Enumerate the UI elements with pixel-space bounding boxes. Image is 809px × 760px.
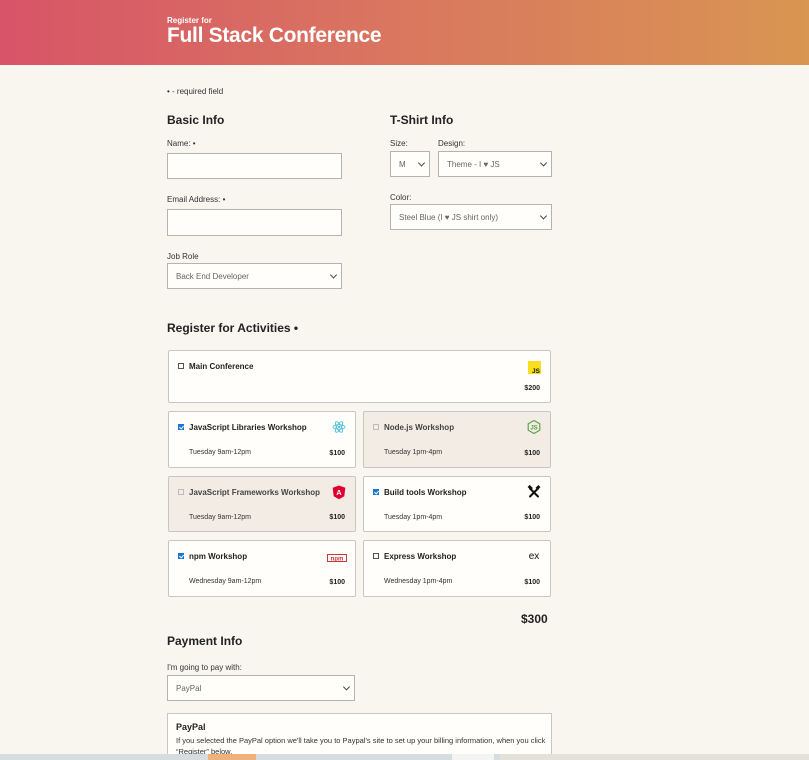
- activity-time: Wednesday 9am-12pm: [189, 578, 262, 585]
- size-label: Size:: [390, 139, 408, 148]
- activity-time: Tuesday 9am-12pm: [189, 449, 251, 456]
- js-icon: JS: [527, 360, 541, 374]
- activity-npm[interactable]: npm Workshop npm Wednesday 9am-12pm $100: [168, 540, 356, 597]
- activity-name: Node.js Workshop: [384, 423, 455, 432]
- activity-checkbox[interactable]: [373, 424, 379, 430]
- activity-price: $100: [329, 514, 345, 521]
- activity-time: Wednesday 1pm-4pm: [384, 578, 453, 585]
- svg-text:JS: JS: [532, 368, 541, 374]
- chevron-down-icon: [539, 159, 548, 167]
- chevron-down-icon: [342, 683, 351, 691]
- activity-time: Tuesday 1pm-4pm: [384, 449, 443, 456]
- activity-name: Express Workshop: [384, 552, 457, 561]
- payment-method-select[interactable]: PayPal: [167, 675, 355, 701]
- react-icon: [332, 420, 346, 434]
- design-value: Theme - I ♥ JS: [447, 159, 500, 169]
- paypal-title: PayPal: [176, 722, 206, 732]
- nodejs-icon: JS: [527, 420, 541, 434]
- job-role-label: Job Role: [167, 252, 199, 261]
- color-select[interactable]: Steel Blue (I ♥ JS shirt only): [390, 204, 552, 230]
- svg-text:npm: npm: [331, 556, 344, 562]
- taskbar-item[interactable]: [208, 754, 256, 760]
- paypal-info-box: PayPal If you selected the PayPal option…: [167, 713, 552, 760]
- design-select[interactable]: Theme - I ♥ JS: [438, 151, 552, 177]
- svg-text:A: A: [336, 488, 342, 497]
- activity-price: $100: [329, 450, 345, 457]
- activity-checkbox[interactable]: [178, 424, 184, 430]
- activity-price: $200: [524, 385, 540, 392]
- activity-price: $100: [524, 579, 540, 586]
- chevron-down-icon: [417, 159, 426, 167]
- activity-time: Tuesday 1pm-4pm: [384, 514, 443, 521]
- activity-express[interactable]: Express Workshop ex Wednesday 1pm-4pm $1…: [363, 540, 551, 597]
- name-field[interactable]: [167, 153, 342, 179]
- basic-info-heading: Basic Info: [167, 113, 225, 127]
- taskbar-item[interactable]: [452, 754, 494, 760]
- activity-nodejs[interactable]: Node.js Workshop JS Tuesday 1pm-4pm $100: [363, 411, 551, 468]
- activity-checkbox[interactable]: [178, 363, 184, 369]
- activity-name: npm Workshop: [189, 552, 248, 561]
- payment-method-label: I'm going to pay with:: [167, 663, 242, 672]
- svg-text:JS: JS: [530, 426, 537, 432]
- job-role-select[interactable]: Back End Developer: [167, 263, 342, 289]
- activity-name: Build tools Workshop: [384, 488, 467, 497]
- activity-js-libraries[interactable]: JavaScript Libraries Workshop Tuesday 9a…: [168, 411, 356, 468]
- activity-checkbox[interactable]: [373, 489, 379, 495]
- activity-time: Tuesday 9am-12pm: [189, 514, 251, 521]
- activity-price: $100: [524, 514, 540, 521]
- design-label: Design:: [438, 139, 466, 148]
- build-tools-icon: [527, 485, 541, 499]
- express-icon: ex: [527, 549, 541, 563]
- tshirt-info-heading: T-Shirt Info: [390, 113, 454, 127]
- taskbar-item[interactable]: [500, 754, 809, 760]
- taskbar: [0, 754, 809, 760]
- activities-total: $300: [521, 612, 548, 626]
- payment-method-value: PayPal: [176, 683, 202, 693]
- name-label: Name: •: [167, 139, 196, 148]
- color-label: Color:: [390, 193, 412, 202]
- color-value: Steel Blue (I ♥ JS shirt only): [399, 212, 499, 222]
- page-title: Full Stack Conference: [167, 24, 382, 47]
- email-label: Email Address: •: [167, 195, 226, 204]
- activities-heading: Register for Activities •: [167, 321, 299, 335]
- activity-js-frameworks[interactable]: JavaScript Frameworks Workshop A Tuesday…: [168, 476, 356, 532]
- payment-info-heading: Payment Info: [167, 634, 243, 648]
- activity-checkbox[interactable]: [178, 489, 184, 495]
- activity-name: JavaScript Frameworks Workshop: [189, 488, 321, 497]
- angular-icon: A: [332, 485, 346, 499]
- activity-main-conference[interactable]: Main Conference JS $200: [168, 350, 551, 403]
- page-header: Register for Full Stack Conference: [0, 0, 809, 65]
- activity-price: $100: [524, 450, 540, 457]
- size-select[interactable]: M: [390, 151, 430, 177]
- activity-name: JavaScript Libraries Workshop: [189, 423, 307, 432]
- chevron-down-icon: [329, 271, 338, 279]
- email-field[interactable]: [167, 209, 342, 236]
- required-field-note: • - required field: [167, 87, 224, 96]
- activity-checkbox[interactable]: [178, 553, 184, 559]
- size-value: M: [399, 159, 406, 169]
- svg-text:ex: ex: [529, 551, 540, 562]
- job-role-value: Back End Developer: [176, 271, 249, 281]
- npm-icon: npm: [327, 551, 347, 565]
- activity-build-tools[interactable]: Build tools Workshop Tuesday 1pm-4pm $10…: [363, 476, 551, 532]
- activity-name: Main Conference: [189, 362, 254, 371]
- activity-checkbox[interactable]: [373, 553, 379, 559]
- activity-price: $100: [329, 579, 345, 586]
- chevron-down-icon: [539, 212, 548, 220]
